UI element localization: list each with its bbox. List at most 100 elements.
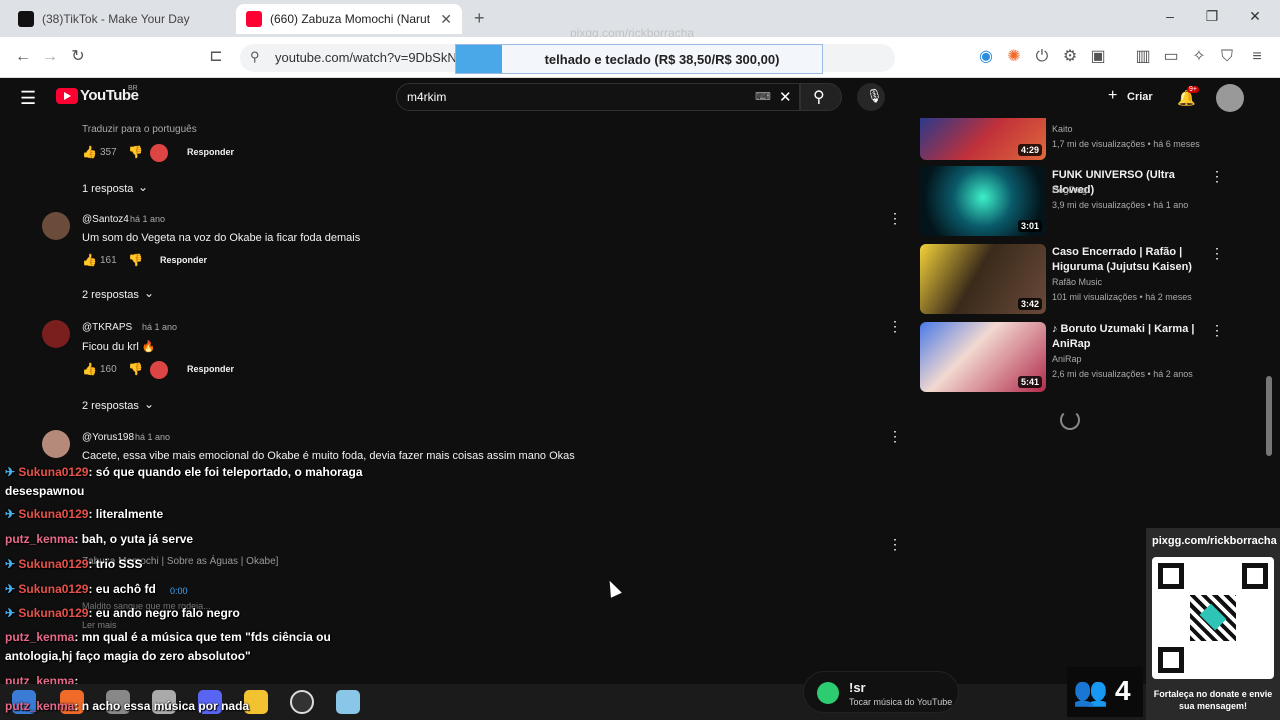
timestamp-link[interactable]: 0:00 [170, 586, 188, 596]
translate-link[interactable]: Traduzir para o português [82, 124, 197, 135]
notification-badge: 9+ [1187, 86, 1199, 93]
reload-icon[interactable]: ↻ [68, 47, 88, 67]
youtube-icon [246, 11, 262, 27]
wallet-icon[interactable]: ▭ [1161, 47, 1181, 67]
qr-finder [1158, 563, 1184, 589]
keyboard-icon[interactable]: ⌨ [755, 90, 771, 103]
video-title[interactable]: ♪ Boruto Uzumaki | Karma | AniRap [1052, 322, 1202, 352]
mod-badge-icon: ✈ [5, 606, 16, 620]
tab-tiktok[interactable]: (38)TikTok - Make Your Day [8, 4, 233, 34]
obs-icon[interactable] [290, 690, 314, 714]
more-options-icon[interactable]: ⋮ [1210, 168, 1224, 185]
puzzle-icon[interactable]: ⚙ [1060, 47, 1080, 67]
more-options-icon[interactable]: ⋮ [888, 428, 902, 445]
mouse-cursor-icon [604, 578, 622, 598]
restore-icon[interactable]: ❐ [1202, 8, 1222, 25]
video-title[interactable]: Caso Encerrado | Rafão | Higuruma (Jujut… [1052, 245, 1202, 275]
search-input[interactable]: m4rkim [407, 90, 446, 104]
comment-time: há 1 ano [130, 214, 166, 224]
dislike-icon[interactable]: 👎 [128, 253, 143, 267]
mod-badge-icon: ✈ [5, 465, 16, 479]
video-channel[interactable]: AniRap [1052, 352, 1082, 366]
reply-button[interactable]: Responder [160, 255, 207, 265]
video-thumbnail[interactable]: 5:41 [920, 322, 1046, 392]
youtube-logo-icon[interactable] [56, 88, 78, 104]
tab-youtube[interactable]: (660) Zabuza Momochi (Naruto) ✕ [236, 4, 462, 34]
video-duration: 4:29 [1017, 144, 1042, 156]
creator-heart-avatar [150, 361, 168, 379]
minimize-icon[interactable]: – [1160, 8, 1180, 24]
close-tab-icon[interactable]: ✕ [440, 11, 452, 28]
avatar[interactable] [42, 430, 70, 458]
replies-toggle[interactable]: 2 respostas [82, 400, 139, 412]
comment-text: Um som do Vegeta na voz do Okabe ia fica… [82, 232, 361, 244]
chat-text: literalmente [95, 507, 164, 521]
video-thumbnail[interactable]: 3:42 [920, 244, 1046, 314]
more-options-icon[interactable]: ⋮ [888, 318, 902, 335]
comment-author[interactable]: @Yorus198 [82, 432, 134, 443]
qr-code-icon [1152, 557, 1274, 679]
hamburger-menu-icon[interactable]: ☰ [20, 88, 36, 109]
reply-button[interactable]: Responder [187, 364, 234, 374]
account-avatar[interactable] [1216, 84, 1244, 112]
goal-progress-fill [456, 45, 502, 73]
search-button[interactable]: ⚲ [800, 83, 842, 111]
extension-icon[interactable]: ◉ [976, 47, 996, 67]
chat-text: eu achô fd [95, 582, 156, 596]
replies-toggle[interactable]: 1 resposta [82, 183, 133, 195]
comment-author[interactable]: @TKRAPS [82, 322, 132, 333]
viewer-count: 4 [1115, 675, 1131, 706]
app-icon[interactable] [336, 690, 360, 714]
avatar[interactable] [42, 212, 70, 240]
like-icon[interactable]: 👍 [82, 253, 97, 267]
mod-badge-icon: ✈ [5, 557, 16, 571]
replies-toggle[interactable]: 2 respostas [82, 289, 139, 301]
video-meta: 101 mil visualizações • há 2 meses [1052, 292, 1192, 302]
video-channel[interactable]: DogFrog [1052, 183, 1087, 197]
chat-text: mn qual é a música que tem "fds ciência … [81, 630, 331, 644]
dislike-icon[interactable]: 👎 [128, 145, 143, 159]
vpn-icon[interactable]: ⛉ [1217, 47, 1237, 67]
voice-search-button[interactable]: 🎙 [857, 83, 885, 111]
extension-icon[interactable]: ✺ [1004, 47, 1024, 67]
comment-author[interactable]: @Santoz4 [82, 214, 129, 225]
site-info-icon[interactable]: ⚲ [250, 49, 260, 65]
create-button[interactable]: Criar [1127, 91, 1153, 103]
back-icon[interactable]: ← [13, 47, 33, 67]
video-thumbnail[interactable]: 4:29 [920, 118, 1046, 160]
chat-user: Sukuna0129 [18, 606, 89, 620]
close-window-icon[interactable]: ✕ [1245, 8, 1265, 25]
new-tab-button[interactable]: + [474, 8, 485, 29]
more-options-icon[interactable]: ⋮ [1210, 322, 1224, 339]
pix-url: pixgg.com/rickborracha [1152, 535, 1277, 547]
bookmark-icon[interactable]: ⊏ [206, 47, 226, 67]
sidebar-icon[interactable]: ▥ [1133, 47, 1153, 67]
clear-search-icon[interactable]: ✕ [779, 88, 792, 106]
like-icon[interactable]: 👍 [82, 145, 97, 159]
reply-button[interactable]: Responder [187, 147, 234, 157]
chat-user: Sukuna0129 [18, 465, 89, 479]
like-icon[interactable]: 👍 [82, 362, 97, 376]
more-options-icon[interactable]: ⋮ [1210, 245, 1224, 262]
chat-text: eu ando negro falo negro [95, 606, 240, 620]
avatar[interactable] [42, 320, 70, 348]
dislike-icon[interactable]: 👎 [128, 362, 143, 376]
ai-icon[interactable]: ✧ [1189, 47, 1209, 67]
more-options-icon[interactable]: ⋮ [888, 210, 902, 227]
video-channel[interactable]: Rafão Music [1052, 275, 1102, 289]
video-channel[interactable]: Kaito [1052, 122, 1073, 136]
video-thumbnail[interactable]: 3:01 [920, 166, 1046, 236]
create-icon[interactable]: + [1108, 87, 1117, 105]
pix-caption: Fortaleça no donate e envie sua mensagem… [1153, 689, 1273, 711]
screenshot-icon[interactable]: ▣ [1088, 47, 1108, 67]
menu-icon[interactable]: ≡ [1247, 47, 1267, 67]
comment-time: há 1 ano [142, 322, 178, 332]
search-box[interactable]: m4rkim ⌨ ✕ [396, 83, 800, 111]
forward-icon[interactable]: → [40, 47, 60, 67]
more-options-icon[interactable]: ⋮ [888, 536, 902, 553]
chat-text: desespawnou [5, 484, 85, 498]
scrollbar[interactable] [1266, 376, 1272, 456]
power-icon[interactable]: ⏻ [1032, 47, 1052, 67]
song-request-widget: !sr Tocar música do YouTube [803, 671, 959, 713]
chevron-down-icon: ⌄ [144, 397, 155, 411]
